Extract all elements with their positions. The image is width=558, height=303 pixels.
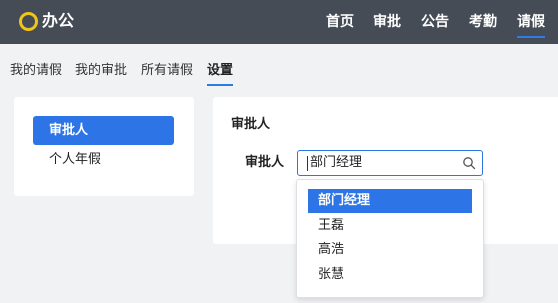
tab-my-leave[interactable]: 我的请假 (10, 62, 62, 80)
nav-item-approval[interactable]: 审批 (373, 12, 401, 32)
tab-all-leave[interactable]: 所有请假 (141, 62, 193, 80)
approver-dropdown-menu: 部门经理 王磊 高浩 张慧 (296, 179, 484, 298)
nav-item-attendance[interactable]: 考勤 (469, 12, 497, 32)
dropdown-option-gao-hao[interactable]: 高浩 (308, 238, 472, 262)
dropdown-option-dept-manager[interactable]: 部门经理 (308, 189, 472, 213)
app-title: 办公 (42, 11, 75, 30)
nav-item-leave[interactable]: 请假 (517, 12, 545, 38)
approver-select[interactable]: 部门经理 (297, 150, 483, 176)
section-title: 审批人 (231, 117, 271, 132)
text-caret (307, 156, 308, 171)
dropdown-option-wang-lei[interactable]: 王磊 (308, 214, 472, 238)
approver-select-value: 部门经理 (310, 155, 363, 170)
nav-item-announcements[interactable]: 公告 (421, 12, 449, 32)
search-icon (463, 157, 476, 170)
sidebar-item-approver[interactable]: 审批人 (33, 116, 174, 145)
circle-logo-icon (19, 12, 38, 31)
top-navigation-bar: 办公 首页 审批 公告 考勤 请假 (0, 0, 558, 44)
tab-settings[interactable]: 设置 (207, 62, 234, 86)
settings-sidebar: 审批人 个人年假 (14, 97, 194, 196)
nav-item-home[interactable]: 首页 (326, 12, 354, 32)
tab-my-approvals[interactable]: 我的审批 (75, 62, 127, 80)
sidebar-item-annual-leave[interactable]: 个人年假 (33, 145, 174, 174)
approver-field-label: 审批人 (245, 155, 285, 170)
dropdown-option-zhang-hui[interactable]: 张慧 (308, 263, 472, 287)
sub-tab-bar: 我的请假 我的审批 所有请假 设置 (0, 56, 558, 86)
